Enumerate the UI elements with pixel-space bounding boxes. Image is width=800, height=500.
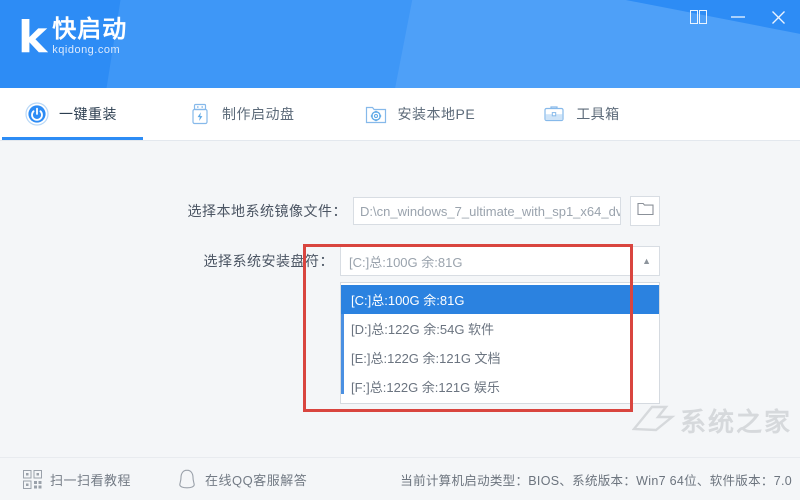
logo-brand-en: kqidong.com [52, 44, 121, 56]
logo-text-group: 快启动 kqidong.com [52, 17, 127, 57]
footer-bar: 扫一扫看教程 在线QQ客服解答 当前计算机启动类型：BIOS、系统版本：Win7… [0, 457, 800, 500]
folder-icon [636, 201, 654, 221]
install-drive-combobox: [C:]总:100G 余:81G ▲ [C:]总:100G 余:81G [D:]… [340, 246, 660, 404]
app-window: k 快启动 kqidong.com 一键重装 制作启动盘 安装本地PE 工具箱 … [0, 0, 800, 500]
image-file-row: 选择本地系统镜像文件： D:\cn_windows_7_ultimate_wit… [0, 196, 660, 226]
minimize-icon[interactable] [726, 6, 750, 28]
title-bar: k 快启动 kqidong.com [0, 0, 800, 88]
app-logo: k 快启动 kqidong.com [18, 16, 127, 60]
logo-brand-cn: 快启动 [52, 16, 128, 43]
active-tab-underline [2, 137, 143, 140]
footer-link-label: 在线QQ客服解答 [205, 472, 308, 488]
usb-icon [187, 101, 213, 127]
dropdown-option-d[interactable]: [D:]总:122G 余:54G 软件 [341, 314, 659, 343]
tab-one-key-reinstall[interactable]: 一键重装 [2, 88, 143, 140]
tab-label: 安装本地PE [397, 106, 476, 122]
chevron-up-icon[interactable]: ▲ [642, 256, 651, 266]
window-controls [686, 6, 790, 28]
dropdown-option-f[interactable]: [F:]总:122G 余:121G 娱乐 [341, 372, 659, 401]
image-file-input[interactable]: D:\cn_windows_7_ultimate_with_sp1_x64_dv… [353, 197, 621, 225]
qq-penguin-icon [177, 469, 197, 489]
watermark-logo-icon [631, 403, 676, 438]
footer-link-label: 扫一扫看教程 [50, 472, 132, 488]
toolbox-icon [541, 101, 567, 127]
install-drive-row: 选择系统安装盘符： [C:]总:100G 余:81G ▲ [C:]总:100G … [0, 246, 660, 404]
manual-icon[interactable] [686, 6, 710, 28]
footer-link-qq-support[interactable]: 在线QQ客服解答 [177, 469, 307, 489]
footer-link-tutorial[interactable]: 扫一扫看教程 [22, 469, 131, 489]
tab-create-boot-disk[interactable]: 制作启动盘 [183, 88, 299, 140]
dropdown-option-c[interactable]: [C:]总:100G 余:81G [341, 285, 659, 314]
system-status-text: 当前计算机启动类型：BIOS、系统版本：Win7 64位、软件版本：7.0 [400, 473, 792, 488]
tab-label: 制作启动盘 [222, 106, 295, 122]
dropdown-option-e[interactable]: [E:]总:122G 余:121G 文档 [341, 343, 659, 372]
install-drive-dropdown: [C:]总:100G 余:81G [D:]总:122G 余:54G 软件 [E:… [340, 282, 660, 404]
tab-label: 一键重装 [59, 106, 117, 122]
image-file-label: 选择本地系统镜像文件： [187, 203, 347, 219]
qrcode-icon [22, 469, 42, 489]
watermark-text: 系统之家 [679, 407, 792, 437]
tab-label: 工具箱 [576, 106, 620, 122]
install-drive-label: 选择系统安装盘符： [203, 253, 334, 269]
main-tabbar: 一键重装 制作启动盘 安装本地PE 工具箱 [0, 88, 800, 141]
browse-folder-button[interactable] [630, 196, 660, 226]
tab-install-local-pe[interactable]: 安装本地PE [359, 88, 480, 140]
install-drive-value: [C:]总:100G 余:81G [349, 254, 463, 270]
main-content: 选择本地系统镜像文件： D:\cn_windows_7_ultimate_wit… [0, 141, 800, 457]
logo-letter: k [18, 12, 47, 63]
tab-toolbox[interactable]: 工具箱 [537, 88, 624, 140]
power-icon [24, 101, 50, 127]
watermark: 系统之家 [631, 402, 792, 439]
folder-gear-icon [363, 101, 389, 127]
install-drive-select[interactable]: [C:]总:100G 余:81G ▲ [340, 246, 660, 276]
close-icon[interactable] [766, 6, 790, 28]
